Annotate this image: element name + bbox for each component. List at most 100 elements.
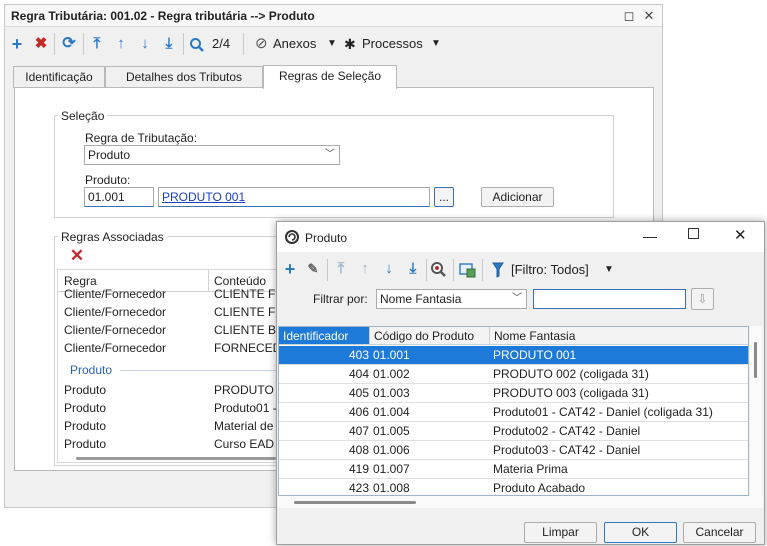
cell-regra: Produto [64, 383, 107, 397]
table-row[interactable]: 405 01.003 PRODUTO 003 (coligada 31) [279, 384, 748, 403]
record-position: 2/4 [212, 36, 231, 51]
product-dialog: Produto — ✕ + ✎ ⤒ ↑ ↓ ⤓ [Filtro: Todos] … [276, 221, 765, 545]
grid-hscroll-thumb[interactable] [294, 501, 416, 504]
chevron-down-icon[interactable]: ▼ [431, 34, 441, 54]
product-name-link[interactable]: PRODUTO 001 [162, 190, 245, 204]
paperclip-icon[interactable]: ⊘ [255, 34, 268, 54]
rule-select[interactable]: Produto ﹀ [84, 145, 340, 165]
arrow-first-icon[interactable]: ⤒ [331, 259, 351, 279]
table-row[interactable]: 406 01.004 Produto01 - CAT42 - Daniel (c… [279, 403, 748, 422]
grid-hscroll-track [278, 496, 763, 508]
plus-icon[interactable]: + [280, 259, 300, 279]
table-row[interactable]: 408 01.006 Produto03 - CAT42 - Daniel [279, 441, 748, 460]
search-icon[interactable] [430, 261, 447, 278]
pencil-icon[interactable]: ✎ [303, 259, 323, 279]
close-icon[interactable]: ✕ [734, 226, 747, 244]
dialog-title: Produto [305, 231, 348, 245]
filter-by-select[interactable]: Nome Fantasia ﹀ [376, 289, 527, 309]
product-name-field[interactable]: PRODUTO 001 [158, 187, 430, 207]
cell-nome: Produto03 - CAT42 - Daniel [493, 443, 641, 457]
arrow-up-icon[interactable]: ↑ [111, 34, 131, 54]
cancel-button[interactable]: Cancelar [683, 522, 756, 543]
cell-conteudo: CLIENTE BR [214, 323, 285, 337]
column-header-nome[interactable]: Nome Fantasia [490, 327, 748, 345]
cell-regra: Cliente/Fornecedor [64, 323, 167, 337]
attachments-menu[interactable]: Anexos [273, 34, 316, 54]
cell-identificador: 423 [348, 481, 369, 495]
cell-nome: PRODUTO 002 (coligada 31) [493, 367, 649, 381]
table-row[interactable]: 403 01.001 PRODUTO 001 [279, 346, 748, 365]
cell-identificador: 404 [348, 367, 369, 381]
tab-detalhes-tributos[interactable]: Detalhes dos Tributos [105, 66, 263, 88]
add-button[interactable]: Adicionar [481, 187, 554, 207]
search-input[interactable] [533, 289, 686, 309]
table-row[interactable]: 404 01.002 PRODUTO 002 (coligada 31) [279, 365, 748, 384]
cell-nome: PRODUTO 001 [493, 348, 577, 362]
plus-icon[interactable]: + [7, 34, 27, 54]
ok-button[interactable]: OK [604, 522, 677, 543]
cell-nome: Materia Prima [493, 462, 568, 476]
cell-nome: PRODUTO 003 (coligada 31) [493, 386, 649, 400]
gear-icon[interactable]: ✱ [344, 34, 356, 54]
cell-identificador: 405 [348, 386, 369, 400]
toolbar-separator [83, 33, 84, 55]
product-code-field[interactable]: 01.001 [84, 187, 154, 207]
toolbar-separator [243, 33, 244, 55]
arrow-down-icon[interactable]: ↓ [379, 259, 399, 279]
rule-select-value: Produto [88, 148, 131, 162]
cell-codigo: 01.002 [373, 367, 410, 381]
arrow-up-icon[interactable]: ↑ [355, 259, 375, 279]
cell-codigo: 01.006 [373, 443, 410, 457]
tab-regras-selecao[interactable]: Regras de Seleção [263, 65, 397, 89]
column-header-codigo[interactable]: Código do Produto [370, 327, 490, 345]
product-grid: Identificador Código do Produto Nome Fan… [278, 326, 749, 496]
group-header-produto[interactable]: Produto [70, 361, 112, 379]
toolbar-separator [327, 259, 328, 281]
search-icon[interactable] [189, 37, 205, 53]
cell-identificador: 407 [348, 424, 369, 438]
chevron-down-icon[interactable]: ▼ [604, 260, 614, 280]
window-title: Regra Tributária: 001.02 - Regra tributá… [11, 9, 315, 23]
arrow-last-icon[interactable]: ⤓ [159, 34, 179, 54]
cell-conteudo: CLIENTE FO [214, 305, 285, 319]
table-row[interactable]: 419 01.007 Materia Prima [279, 460, 748, 479]
filter-icon[interactable] [492, 262, 504, 278]
lookup-button[interactable]: ... [434, 187, 454, 207]
processes-menu[interactable]: Processos [362, 34, 423, 54]
cell-codigo: 01.007 [373, 462, 410, 476]
cell-regra: Cliente/Fornecedor [64, 305, 167, 319]
close-icon[interactable]: ✕ [641, 8, 657, 24]
apply-filter-icon[interactable]: ⇩ [691, 288, 714, 310]
minimize-icon[interactable]: — [643, 228, 657, 244]
grid-hscroll-thumb[interactable] [76, 457, 276, 460]
tab-identificacao[interactable]: Identificação [13, 66, 105, 88]
chevron-down-icon[interactable]: ▼ [327, 34, 337, 54]
maximize-icon[interactable] [688, 228, 699, 239]
main-toolbar: + ✖ ⟳ ⤒ ↑ ↓ ⤓ 2/4 ⊘ Anexos ▼ ✱ Processos… [5, 29, 662, 59]
filter-menu[interactable]: [Filtro: Todos] [511, 260, 589, 280]
maximize-icon[interactable]: ◻ [621, 8, 637, 24]
delete-rule-icon[interactable]: ✕ [67, 246, 87, 266]
arrow-last-icon[interactable]: ⤓ [403, 259, 423, 279]
column-header-identificador[interactable]: Identificador [279, 327, 370, 345]
export-icon[interactable] [459, 261, 476, 278]
refresh-icon[interactable]: ⟳ [59, 34, 79, 54]
cell-regra: Cliente/Fornecedor [64, 341, 167, 355]
associated-legend: Regras Associadas [58, 230, 167, 244]
x-icon[interactable]: ✖ [31, 34, 51, 54]
table-row[interactable]: 407 01.005 Produto02 - CAT42 - Daniel [279, 422, 748, 441]
toolbar-separator [54, 33, 55, 55]
toolbar-separator [183, 33, 184, 55]
window-title-bar: Regra Tributária: 001.02 - Regra tributá… [5, 5, 662, 27]
table-row[interactable]: 423 01.008 Produto Acabado [279, 479, 748, 495]
arrow-down-icon[interactable]: ↓ [135, 34, 155, 54]
arrow-first-icon[interactable]: ⤒ [87, 34, 107, 54]
cell-identificador: 403 [348, 348, 369, 362]
cell-identificador: 408 [348, 443, 369, 457]
grid-vscroll-thumb[interactable] [754, 342, 757, 378]
clear-button[interactable]: Limpar [524, 522, 597, 543]
grid-vscroll-track [750, 326, 762, 496]
chevron-down-icon: ﹀ [325, 149, 335, 160]
dialog-title-bar: Produto — ✕ [277, 222, 764, 252]
cell-nome: Produto01 - CAT42 - Daniel (coligada 31) [493, 405, 713, 419]
